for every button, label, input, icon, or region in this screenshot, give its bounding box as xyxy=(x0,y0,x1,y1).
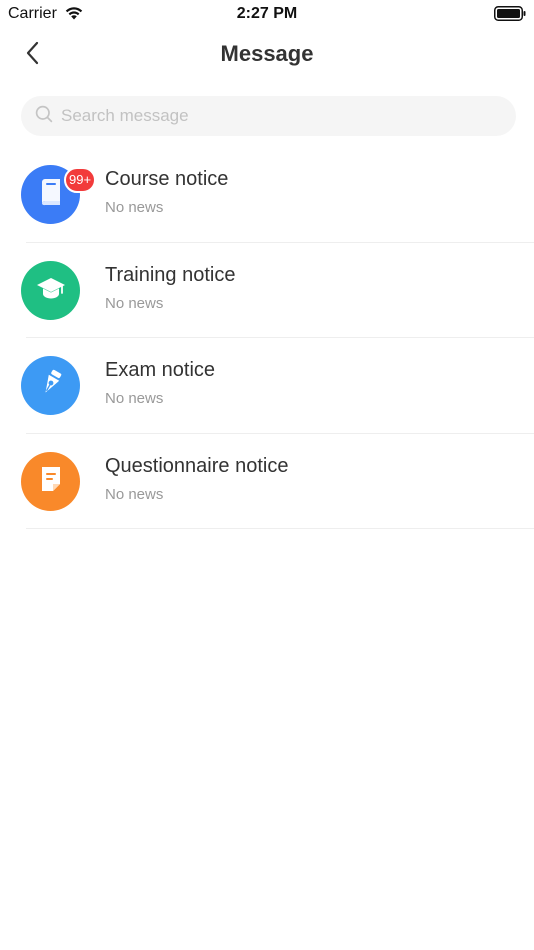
book-icon xyxy=(38,178,64,211)
notice-title: Exam notice xyxy=(105,359,216,381)
document-icon xyxy=(39,466,63,497)
notice-subtitle: No news xyxy=(105,294,164,312)
search-input[interactable] xyxy=(61,106,481,126)
graduation-cap-icon xyxy=(36,276,66,305)
notice-icon-questionnaire xyxy=(21,451,80,511)
notice-item-questionnaire[interactable]: Questionnaire notice No news xyxy=(0,434,534,529)
clock: 2:27 PM xyxy=(236,5,298,22)
search-bar[interactable] xyxy=(21,96,516,136)
notice-title: Training notice xyxy=(105,263,236,286)
notice-item-training[interactable]: Training notice No news xyxy=(0,243,534,338)
notice-icon-training xyxy=(21,260,80,320)
notice-subtitle: No news xyxy=(105,485,164,503)
notice-subtitle: No news xyxy=(105,390,164,407)
notice-title: Questionnaire notice xyxy=(105,454,289,477)
notice-item-course[interactable]: 99+ Course notice No news xyxy=(0,147,534,243)
page-title: Message xyxy=(220,41,314,66)
divider xyxy=(26,528,534,529)
unread-badge: 99+ xyxy=(64,167,97,193)
notice-item-exam[interactable]: Exam notice No news xyxy=(0,338,534,434)
search-icon xyxy=(35,105,53,128)
notice-subtitle: No news xyxy=(105,199,164,216)
battery-icon xyxy=(494,6,526,21)
notice-list: 99+ Course notice No news Training notic… xyxy=(0,147,534,529)
notice-title: Course notice xyxy=(105,168,229,190)
status-bar: Carrier 2:27 PM xyxy=(0,0,534,28)
nav-bar: Message xyxy=(0,28,534,82)
pen-nib-icon xyxy=(37,369,65,402)
notice-icon-exam xyxy=(21,356,80,415)
